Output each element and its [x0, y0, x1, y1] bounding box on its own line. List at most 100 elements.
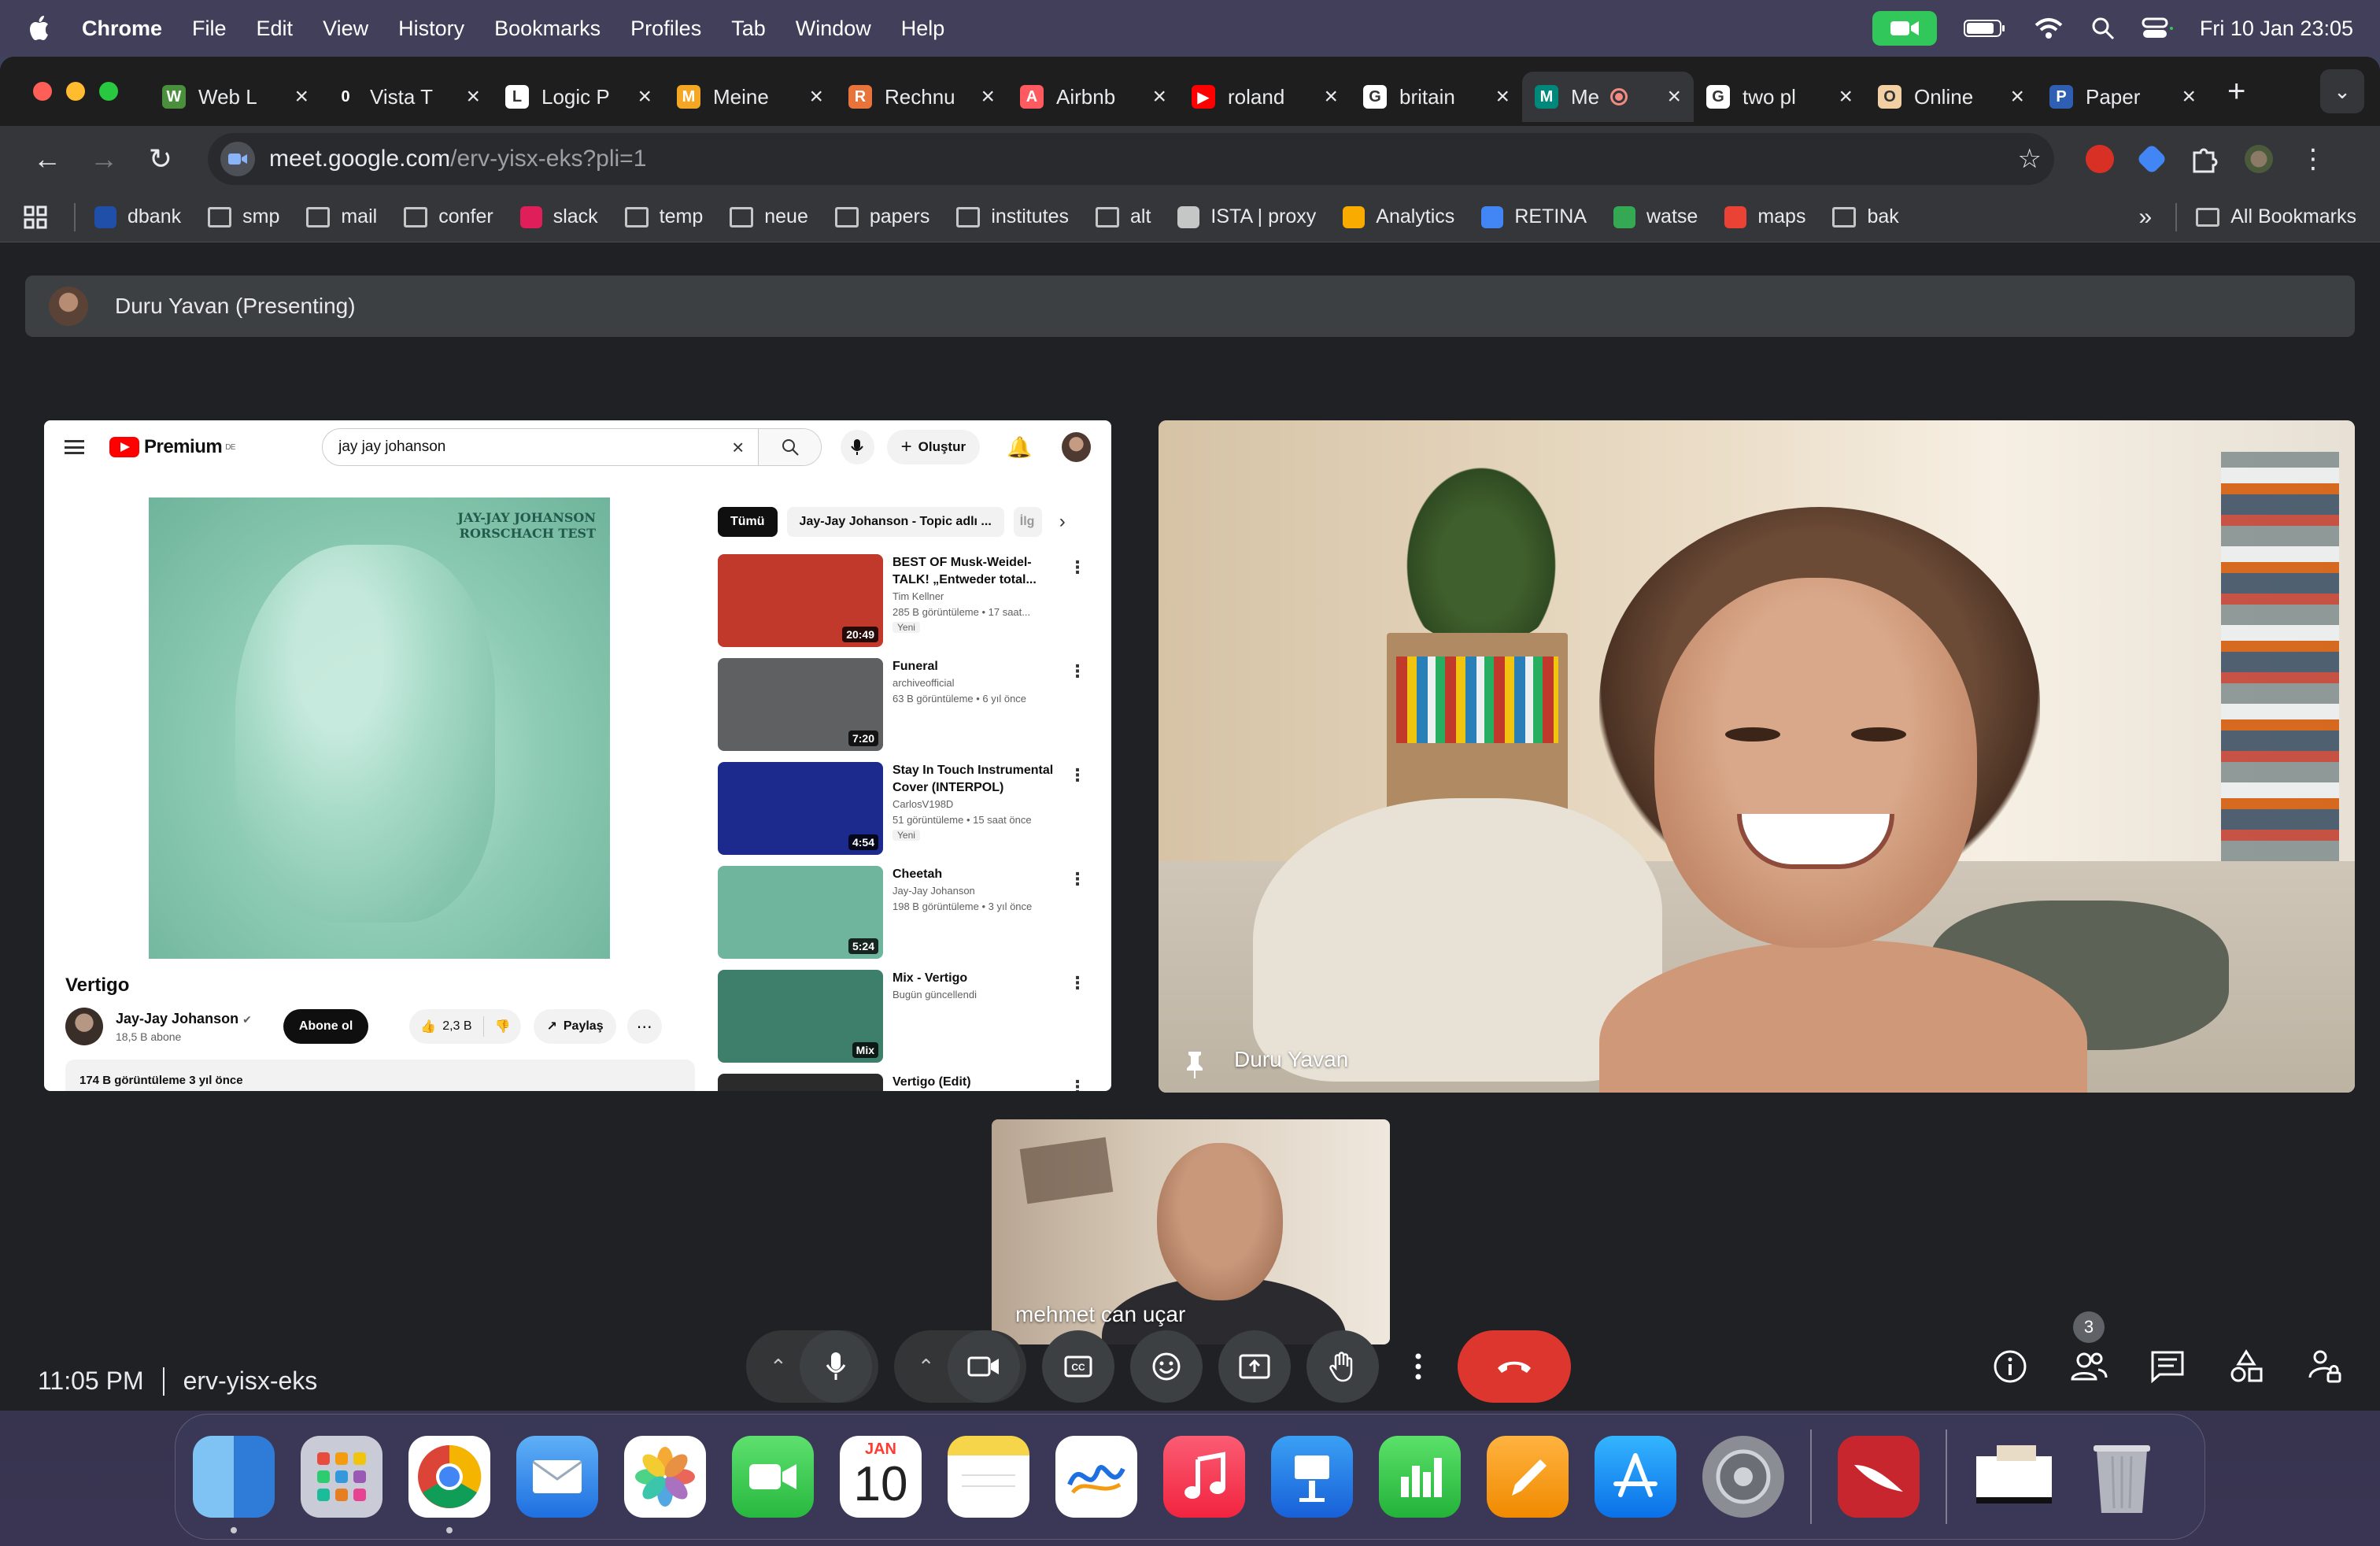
video-options-chevron-icon[interactable]: ⌃ — [918, 1355, 935, 1379]
present-screen-button[interactable] — [1218, 1330, 1291, 1403]
menu-bookmarks[interactable]: Bookmarks — [494, 17, 601, 41]
bookmark-item[interactable]: slack — [519, 205, 598, 228]
close-tab-icon[interactable]: × — [981, 83, 995, 110]
new-tab-button[interactable]: + — [2227, 74, 2245, 109]
notes-icon[interactable] — [948, 1436, 1029, 1518]
video-channel[interactable]: Bugün güncellendi — [893, 987, 1066, 1003]
more-actions-icon[interactable]: ⋯ — [626, 1009, 662, 1044]
profile-avatar[interactable] — [2245, 145, 2273, 173]
minimize-window-button[interactable] — [66, 82, 85, 101]
chip-topic[interactable]: Jay-Jay Johanson - Topic adlı ... — [786, 507, 1004, 537]
video-thumbnail[interactable]: 20:49 — [718, 554, 883, 647]
app-store-icon[interactable] — [1595, 1436, 1676, 1518]
description-box[interactable]: 174 B görüntüleme 3 yıl önce — [65, 1060, 695, 1091]
menu-tab[interactable]: Tab — [731, 17, 766, 41]
control-center-icon[interactable] — [2142, 17, 2173, 40]
create-button[interactable]: + Oluştur — [886, 430, 981, 464]
chrome-dock-icon[interactable] — [408, 1436, 490, 1533]
reload-button[interactable]: ↻ — [132, 142, 189, 176]
video-channel[interactable]: Jay-Jay Johanson — [893, 883, 1066, 899]
captions-button[interactable]: CC — [1041, 1330, 1114, 1403]
bookmark-item[interactable]: neue — [730, 205, 808, 228]
close-tab-icon[interactable]: × — [1152, 83, 1166, 110]
video-menu-icon[interactable]: ⋮ — [1069, 765, 1086, 786]
share-button[interactable]: ↗ Paylaş — [534, 1009, 616, 1044]
recommended-video[interactable]: 5:24 Cheetah Jay-Jay Johanson 198 B görüntü… — [718, 866, 1096, 970]
back-button[interactable]: ← — [19, 142, 76, 176]
menu-profiles[interactable]: Profiles — [630, 17, 701, 41]
menu-file[interactable]: File — [192, 17, 227, 41]
wifi-icon[interactable] — [2033, 17, 2064, 40]
video-menu-icon[interactable]: ⋮ — [1069, 973, 1086, 993]
chip-related[interactable]: İlg — [1013, 507, 1042, 537]
all-bookmarks-button[interactable]: All Bookmarks — [2230, 205, 2356, 228]
participant-tile-duru[interactable]: Duru Yavan — [1159, 420, 2355, 1093]
finder-icon[interactable] — [193, 1436, 275, 1533]
video-menu-icon[interactable]: ⋮ — [1069, 557, 1086, 578]
bookmark-item[interactable]: bak — [1832, 205, 1899, 228]
meeting-details-button[interactable] — [1986, 1343, 2034, 1390]
browser-tab[interactable]: A Airbnb × — [1007, 72, 1179, 122]
keynote-icon[interactable] — [1271, 1436, 1353, 1518]
chevron-right-icon[interactable]: › — [1059, 511, 1066, 533]
chip-all[interactable]: Tümü — [718, 507, 778, 537]
tab-search-button[interactable]: ⌄ — [2320, 69, 2364, 113]
like-count[interactable]: 2,3 B — [442, 1019, 471, 1034]
facetime-icon[interactable] — [732, 1436, 814, 1518]
more-options-icon[interactable] — [1395, 1330, 1442, 1403]
youtube-account-avatar[interactable] — [1062, 432, 1091, 462]
calendar-icon[interactable]: JAN 10 — [840, 1436, 922, 1518]
video-thumbnail[interactable] — [718, 1074, 883, 1091]
raise-hand-button[interactable] — [1306, 1330, 1379, 1403]
channel-name[interactable]: Jay-Jay Johanson ✔ — [116, 1011, 252, 1027]
bookmark-item[interactable]: confer — [404, 205, 493, 228]
address-bar[interactable]: meet.google.com/erv-yisx-eks?pli=1 ☆ — [208, 133, 2054, 185]
freeform-icon[interactable] — [1055, 1436, 1137, 1518]
recommended-video[interactable]: 4:54 Stay In Touch Instrumental Cover (IN… — [718, 762, 1096, 866]
site-info-icon[interactable] — [220, 142, 255, 176]
recommended-video[interactable]: Mix Mix - Vertigo Bugün güncellendi ⋮ — [718, 970, 1096, 1074]
zoom-window-button[interactable] — [99, 82, 118, 101]
bookmark-item[interactable]: RETINA — [1481, 205, 1587, 228]
recommended-video[interactable]: 7:20 Funeral archiveofficial 63 B görüntüle… — [718, 658, 1096, 762]
recommended-video[interactable]: 20:49 BEST OF Musk-Weidel-TALK! „Entweder… — [718, 554, 1096, 658]
close-tab-icon[interactable]: × — [809, 83, 823, 110]
video-title[interactable]: BEST OF Musk-Weidel-TALK! „Entweder tota… — [893, 554, 1066, 589]
bookmark-item[interactable]: smp — [208, 205, 279, 228]
close-tab-icon[interactable]: × — [1839, 83, 1853, 110]
browser-tab[interactable]: M Meine × — [664, 72, 836, 122]
audio-options-chevron-icon[interactable]: ⌃ — [770, 1355, 787, 1379]
mail-icon[interactable] — [516, 1436, 598, 1518]
bookmark-item[interactable]: papers — [834, 205, 929, 228]
browser-tab[interactable]: R Rechnu × — [836, 72, 1007, 122]
menu-edit[interactable]: Edit — [257, 17, 294, 41]
video-menu-icon[interactable]: ⋮ — [1069, 1077, 1086, 1091]
menu-window[interactable]: Window — [796, 17, 871, 41]
video-thumbnail[interactable]: 5:24 — [718, 866, 883, 959]
extension-red-icon[interactable] — [2086, 145, 2114, 173]
bookmark-item[interactable]: Analytics — [1343, 205, 1454, 228]
album-artwork[interactable]: JAY-JAY JOHANSON RORSCHACH TEST — [149, 497, 610, 959]
hamburger-menu-icon[interactable] — [65, 440, 84, 454]
browser-tab[interactable]: P Paper × — [2037, 72, 2208, 122]
youtube-search-query[interactable]: jay jay johanson — [338, 438, 445, 456]
close-tab-icon[interactable]: × — [2010, 83, 2024, 110]
browser-tab[interactable]: ▶ roland × — [1179, 72, 1351, 122]
chat-button[interactable] — [2144, 1343, 2191, 1390]
bookmark-item[interactable]: temp — [624, 205, 703, 228]
video-channel[interactable]: CarlosV198D — [893, 797, 1066, 812]
video-thumbnail[interactable]: 7:20 — [718, 658, 883, 751]
more-bookmarks-button[interactable]: » — [2139, 204, 2153, 231]
browser-tab[interactable]: L Logic P × — [493, 72, 664, 122]
close-window-button[interactable] — [33, 82, 52, 101]
close-tab-icon[interactable]: × — [1324, 83, 1338, 110]
extension-blue-icon[interactable] — [2136, 143, 2168, 175]
spotlight-search-icon[interactable] — [2091, 17, 2115, 40]
menu-app-chrome[interactable]: Chrome — [82, 17, 162, 41]
people-button[interactable]: 3 — [2065, 1311, 2112, 1390]
camera-button[interactable] — [947, 1330, 1020, 1403]
bookmark-item[interactable]: ISTA | proxy — [1177, 205, 1316, 228]
bookmark-item[interactable]: alt — [1096, 205, 1151, 228]
thumbs-up-icon[interactable]: 👍 — [420, 1019, 436, 1034]
participant-tile-self[interactable]: mehmet can uçar — [992, 1119, 1390, 1344]
